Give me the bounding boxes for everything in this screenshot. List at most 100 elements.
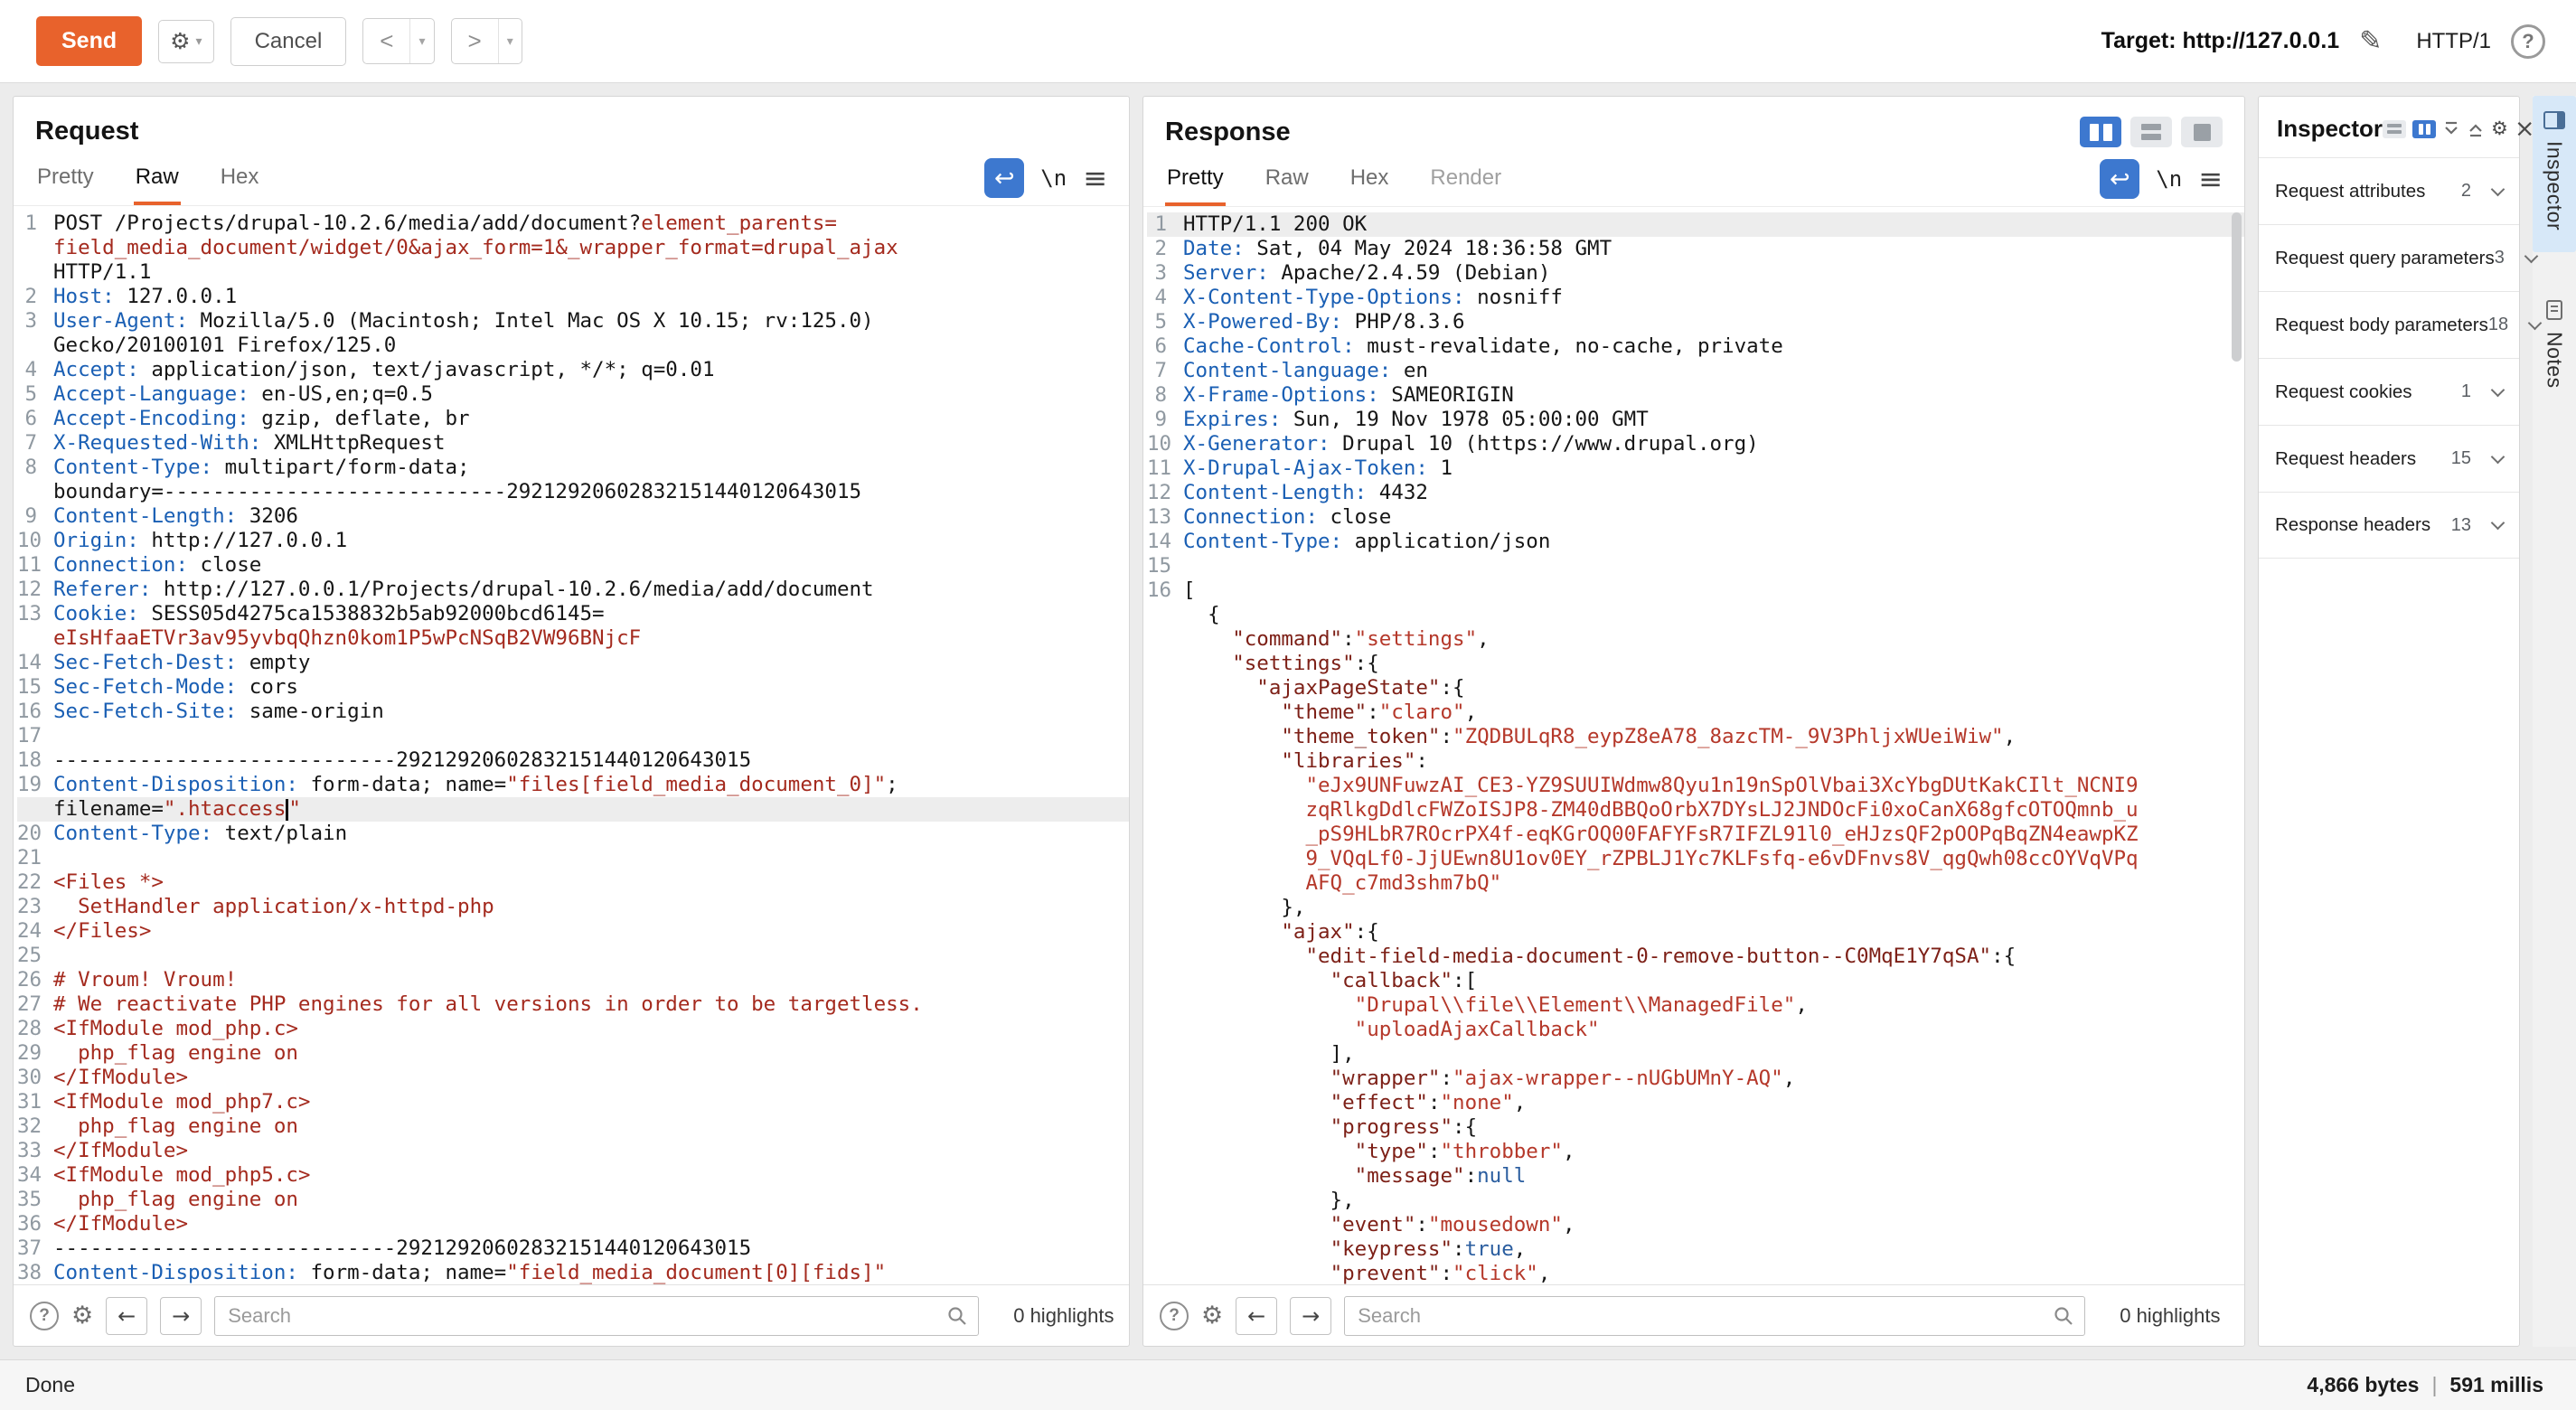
request-tab-raw[interactable]: Raw bbox=[134, 155, 181, 205]
soft-wrap-toggle[interactable]: ↩ bbox=[2100, 159, 2139, 199]
status-separator: | bbox=[2431, 1373, 2437, 1397]
response-tab-render[interactable]: Render bbox=[1428, 156, 1503, 206]
code-line: 9_VQqLf0-JjUEwn8U1ov0EY_rZPBLJ1Yc7KLFsfq… bbox=[1147, 847, 2244, 871]
code-line: 14Sec-Fetch-Dest: empty bbox=[17, 651, 1129, 675]
response-tab-pretty[interactable]: Pretty bbox=[1165, 156, 1226, 206]
chevron-down-icon bbox=[2491, 382, 2505, 397]
inspector-section-response-headers[interactable]: Response headers 13 bbox=[2259, 492, 2519, 559]
code-line: 23 SetHandler application/x-httpd-php bbox=[17, 895, 1129, 919]
send-button[interactable]: Send bbox=[36, 16, 142, 66]
code-line: _pS9HLbR7ROcrPX4f-eqKGrOQ00FAFYFsR7IFZL9… bbox=[1147, 822, 2244, 847]
show-newlines-toggle[interactable]: \n bbox=[1040, 165, 1067, 191]
inspector-section-request-cookies[interactable]: Request cookies 1 bbox=[2259, 358, 2519, 425]
status-bar: Done 4,866 bytes | 591 millis bbox=[0, 1359, 2576, 1410]
response-search-bar: ? ⚙ ← → 0 highlights bbox=[1143, 1284, 2244, 1346]
search-settings-icon[interactable]: ⚙ bbox=[71, 1302, 93, 1330]
inspector-section-request-query-parameters[interactable]: Request query parameters 3 bbox=[2259, 224, 2519, 291]
code-line: 15Sec-Fetch-Mode: cors bbox=[17, 675, 1129, 700]
code-line: 24</Files> bbox=[17, 919, 1129, 944]
inspector-header-icons: ⚙ × bbox=[2383, 117, 2534, 141]
strip-tab-notes[interactable]: Notes bbox=[2533, 285, 2576, 410]
code-line: 8Content-Type: multipart/form-data; bbox=[17, 456, 1129, 480]
chevron-down-icon bbox=[2491, 182, 2505, 196]
code-line: 35 php_flag engine on bbox=[17, 1188, 1129, 1212]
code-line: 20Content-Type: text/plain bbox=[17, 822, 1129, 846]
chevron-down-icon[interactable]: ▾ bbox=[499, 19, 522, 63]
code-line: 33</IfModule> bbox=[17, 1139, 1129, 1163]
code-line: 21 bbox=[17, 846, 1129, 870]
request-editor[interactable]: 1POST /Projects/drupal-10.2.6/media/add/… bbox=[14, 206, 1129, 1284]
toolbar: Send ⚙▾ Cancel < ▾ > ▾ Target: http://12… bbox=[0, 0, 2576, 83]
code-line: 37----------------------------2921292060… bbox=[17, 1236, 1129, 1261]
layout-single-button[interactable] bbox=[2181, 117, 2223, 147]
code-line: 10Origin: http://127.0.0.1 bbox=[17, 529, 1129, 553]
request-search-input[interactable] bbox=[214, 1296, 979, 1336]
request-search-bar: ? ⚙ ← → 0 highlights bbox=[14, 1284, 1129, 1346]
http-version-label[interactable]: HTTP/1 bbox=[2416, 29, 2491, 54]
response-tab-raw[interactable]: Raw bbox=[1264, 156, 1311, 206]
code-line: 3Server: Apache/2.4.59 (Debian) bbox=[1147, 261, 2244, 286]
inspector-section-request-attributes[interactable]: Request attributes 2 bbox=[2259, 157, 2519, 224]
code-line: "prevent":"click", bbox=[1147, 1262, 2244, 1284]
search-next-button[interactable]: → bbox=[160, 1297, 202, 1335]
inspector-section-request-headers[interactable]: Request headers 15 bbox=[2259, 425, 2519, 492]
search-next-button[interactable]: → bbox=[1290, 1297, 1331, 1335]
code-line: 30</IfModule> bbox=[17, 1066, 1129, 1090]
request-panel-header: Request bbox=[14, 97, 1129, 152]
search-help-icon[interactable]: ? bbox=[1160, 1302, 1189, 1330]
layout-columns-button[interactable] bbox=[2080, 117, 2121, 147]
section-count: 2 bbox=[2461, 181, 2471, 202]
response-search-input[interactable] bbox=[1344, 1296, 2085, 1336]
code-line: field_media_document/widget/0&ajax_form=… bbox=[17, 236, 1129, 260]
code-line: "libraries": bbox=[1147, 749, 2244, 774]
editor-menu-icon[interactable]: ≡ bbox=[2198, 162, 2223, 196]
help-icon[interactable]: ? bbox=[2511, 24, 2545, 59]
arrow-right-icon: → bbox=[1302, 1303, 1320, 1329]
search-settings-icon[interactable]: ⚙ bbox=[1201, 1302, 1223, 1330]
history-forward-button[interactable]: > ▾ bbox=[451, 18, 522, 64]
collapse-all-icon[interactable] bbox=[2467, 120, 2485, 138]
code-line: "event":"mousedown", bbox=[1147, 1213, 2244, 1237]
code-line: 16[ bbox=[1147, 578, 2244, 603]
inspector-layout-columns-icon[interactable] bbox=[2412, 120, 2436, 138]
soft-wrap-toggle[interactable]: ↩ bbox=[984, 158, 1024, 198]
inspector-layout-rows-icon[interactable] bbox=[2383, 120, 2406, 138]
history-back-button[interactable]: < ▾ bbox=[362, 18, 434, 64]
editor-menu-icon[interactable]: ≡ bbox=[1083, 161, 1107, 195]
response-viewer[interactable]: 1HTTP/1.1 200 OK2Date: Sat, 04 May 2024 … bbox=[1143, 207, 2244, 1284]
show-newlines-toggle[interactable]: \n bbox=[2156, 166, 2182, 192]
send-settings-button[interactable]: ⚙▾ bbox=[158, 20, 213, 63]
search-prev-button[interactable]: ← bbox=[106, 1297, 147, 1335]
code-line: 11X-Drupal-Ajax-Token: 1 bbox=[1147, 456, 2244, 481]
code-line: Gecko/20100101 Firefox/125.0 bbox=[17, 334, 1129, 358]
response-inspector-splitter[interactable] bbox=[2245, 96, 2258, 1347]
code-line: 14Content-Type: application/json bbox=[1147, 530, 2244, 554]
search-prev-button[interactable]: ← bbox=[1236, 1297, 1277, 1335]
code-line: 12Content-Length: 4432 bbox=[1147, 481, 2244, 505]
target-url: http://127.0.0.1 bbox=[2183, 28, 2340, 53]
code-line: { bbox=[1147, 603, 2244, 627]
edit-target-icon[interactable]: ✎ bbox=[2359, 25, 2382, 57]
scrollbar-thumb[interactable] bbox=[2232, 212, 2242, 362]
code-line: 10X-Generator: Drupal 10 (https://www.dr… bbox=[1147, 432, 2244, 456]
chevron-down-icon[interactable]: ▾ bbox=[410, 19, 433, 63]
code-line: filename=".htaccess" bbox=[17, 797, 1129, 822]
notes-icon bbox=[2544, 299, 2564, 321]
response-tab-hex[interactable]: Hex bbox=[1349, 156, 1391, 206]
layout-rows-button[interactable] bbox=[2130, 117, 2172, 147]
inspector-settings-icon[interactable]: ⚙ bbox=[2491, 118, 2508, 140]
inspector-section-request-body-parameters[interactable]: Request body parameters 18 bbox=[2259, 291, 2519, 358]
code-line: 6Accept-Encoding: gzip, deflate, br bbox=[17, 407, 1129, 431]
strip-tab-label: Inspector bbox=[2543, 141, 2567, 230]
request-tab-hex[interactable]: Hex bbox=[219, 155, 261, 205]
request-response-splitter[interactable] bbox=[1130, 96, 1142, 1347]
burp-repeater-window: Send ⚙▾ Cancel < ▾ > ▾ Target: http://12… bbox=[0, 0, 2576, 1410]
request-tab-pretty[interactable]: Pretty bbox=[35, 155, 96, 205]
expand-all-icon[interactable] bbox=[2442, 120, 2460, 138]
response-editor-icons: ↩ \n ≡ bbox=[2100, 159, 2223, 206]
code-line: eIsHfaaETVr3av95yvbqQhzn0kom1P5wPcNSqB2V… bbox=[17, 626, 1129, 651]
search-help-icon[interactable]: ? bbox=[30, 1302, 59, 1330]
cancel-button[interactable]: Cancel bbox=[230, 17, 347, 66]
strip-tab-inspector[interactable]: Inspector bbox=[2533, 96, 2576, 252]
code-line: "settings":{ bbox=[1147, 652, 2244, 676]
